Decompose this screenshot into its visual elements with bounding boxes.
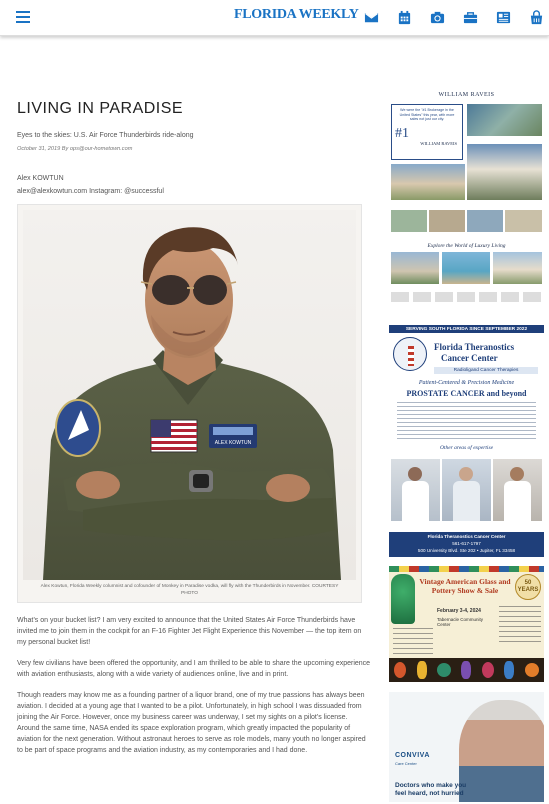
ad2-name-line2: Cancer Center: [441, 353, 498, 363]
ad3-colorful-border: [389, 566, 544, 572]
header-icon-bar: [347, 9, 545, 25]
ad4-photo-smiling-woman: [459, 700, 544, 802]
ad2-footer: Florida Theranostics Cancer Center 561-6…: [389, 532, 544, 557]
ad3-details-left: [393, 628, 433, 656]
ad2-tagline: Radioligand Cancer Therapies: [434, 367, 538, 374]
ad3-venue: Tabernacle Community Center: [437, 617, 484, 627]
ad-conviva-care[interactable]: CONVIVA Care Center Doctors who make you…: [389, 692, 544, 802]
logo-text: FLORIDA WEEKLY: [234, 7, 359, 22]
article-subhead: Eyes to the skies: U.S. Air Force Thunde…: [17, 132, 194, 139]
ad1-photo-aerial: [467, 104, 542, 136]
ad1-box-text: We were the "#1 Brokerage in the United …: [399, 108, 455, 121]
ad1-photo-house4: [493, 252, 542, 284]
ad2-subtitle: Patient-Centered & Precision Medicine: [418, 380, 515, 386]
lighthouse-logo-icon: [393, 337, 427, 371]
ad1-photo-house1: [391, 164, 465, 200]
ad2-photo-doctor1: [391, 459, 440, 521]
article-paragraph: What’s on your bucket list? I am very ex…: [17, 617, 362, 646]
newspaper-icon[interactable]: [494, 9, 512, 25]
article-paragraph: Very few civilians have been offered the…: [17, 660, 371, 678]
article-paragraph: Though readers may know me as a founding…: [17, 692, 366, 754]
ad2-photo-doctor3: [493, 459, 542, 521]
ad4-brand: CONVIVA: [395, 752, 430, 759]
ad1-photo-thumb2: [429, 210, 465, 232]
article-photo[interactable]: ALEX KOWTUN: [23, 210, 356, 580]
byline-email-link[interactable]: ops@our-hometown.com: [70, 146, 132, 152]
ad2-footer-address: 500 University Blvd. Ste 202 • Jupiter, …: [417, 548, 516, 553]
ad4-slogan-line2: feel heard, not hurried: [395, 790, 464, 797]
ad1-badge-brand: WILLIAM RAVEIS: [420, 141, 457, 146]
ad3-title: Vintage American Glass and Pottery Show …: [419, 577, 511, 595]
ad3-fifty-years-badge: 50 YEARS: [515, 574, 541, 600]
name-patch-text: ALEX KOWTUN: [215, 440, 252, 446]
article-meta: October 31, 2019 By ops@our-hometown.com: [17, 146, 371, 152]
ad1-promo-box: We were the "#1 Brokerage in the United …: [391, 104, 463, 160]
ad1-photo-thumb1: [391, 210, 427, 232]
ad3-dates: February 3-4, 2024: [437, 608, 481, 614]
calendar-icon[interactable]: [395, 9, 413, 25]
ad-florida-theranostics[interactable]: SERVING SOUTH FLORIDA SINCE SEPTEMBER 20…: [389, 325, 544, 557]
article-main: LIVING IN PARADISE Eyes to the skies: U.…: [17, 100, 371, 756]
ad1-footer: Explore the World of Luxury Living: [427, 243, 506, 249]
photo-caption: Alex Kowtun, Florida Weekly columnist an…: [40, 584, 339, 596]
article-date: October 31, 2019: [17, 146, 61, 152]
ad3-glassware-row: [389, 658, 544, 682]
ad1-photo-pool: [442, 252, 490, 284]
article-headline: LIVING IN PARADISE: [17, 100, 184, 117]
camera-icon[interactable]: [428, 9, 446, 25]
author-block: Alex KOWTUN alex@alexkowtun.com Instagra…: [17, 172, 371, 198]
ad4-slogan: Doctors who make you feel heard, not hur…: [395, 782, 466, 798]
ad2-photo-doctor2: [442, 459, 491, 521]
author-name: Alex KOWTUN: [17, 175, 64, 182]
hamburger-menu-icon[interactable]: [16, 11, 30, 23]
ad3-details-right: [499, 606, 541, 646]
ad2-footer-name: Florida Theranostics Cancer Center: [427, 534, 506, 539]
glass-vase-illustration: [391, 574, 415, 624]
ad4-brand-sub: Care Center: [395, 761, 417, 766]
article-body: What’s on your bucket list? I am very ex…: [17, 615, 371, 756]
briefcase-icon[interactable]: [461, 9, 479, 25]
ad2-top-banner: SERVING SOUTH FLORIDA SINCE SEPTEMBER 20…: [389, 325, 544, 333]
ad1-brand: WILLIAM RAVEIS: [438, 92, 495, 98]
ad4-slogan-line1: Doctors who make you: [395, 782, 467, 789]
site-header: FLORIDA WEEKLY: [0, 0, 549, 36]
byline-label: By: [61, 146, 69, 152]
ad-william-raveis[interactable]: WILLIAM RAVEIS We were the "#1 Brokerage…: [389, 92, 544, 314]
envelope-icon[interactable]: [362, 9, 380, 25]
ad1-number-badge: #1: [395, 125, 409, 141]
site-logo[interactable]: FLORIDA WEEKLY: [234, 7, 359, 23]
article-photo-figure: ALEX KOWTUN Alex Kowtun, Florida Weekly …: [17, 204, 362, 603]
ad1-photo-house2: [467, 144, 542, 200]
ad-vintage-glass-show[interactable]: Vintage American Glass and Pottery Show …: [389, 566, 544, 682]
ad1-photo-thumb4: [505, 210, 542, 232]
ad1-listing-strip: [391, 292, 542, 302]
ad1-photo-thumb3: [467, 210, 503, 232]
author-contact: alex@alexkowtun.com Instagram: @successf…: [17, 188, 164, 195]
shopping-bag-icon[interactable]: [527, 9, 545, 25]
ad2-body-text-lines: [397, 402, 536, 442]
ad2-footer-phone: 561-617-1797: [452, 541, 481, 546]
ad2-other-label: Other areas of expertise: [439, 445, 494, 451]
ad1-photo-house3: [391, 252, 439, 284]
author-portrait-illustration: ALEX KOWTUN: [43, 227, 341, 580]
ad2-name-line1: Florida Theranostics: [434, 342, 515, 352]
ad2-headline: PROSTATE CANCER and beyond: [406, 389, 527, 398]
